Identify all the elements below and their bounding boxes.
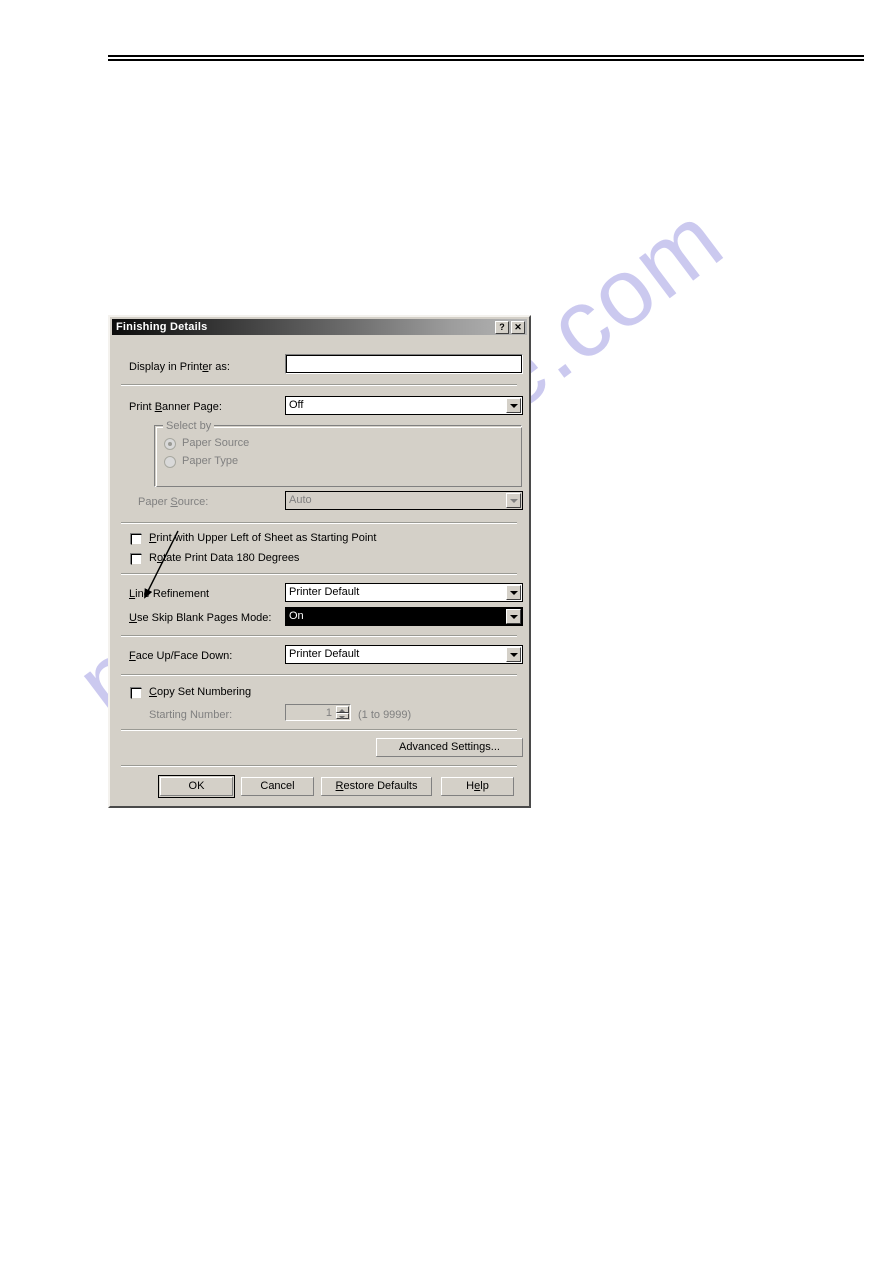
separator-4 xyxy=(121,635,517,637)
copy-set-numbering-checkbox[interactable] xyxy=(130,687,142,699)
spinner-buttons[interactable] xyxy=(336,706,349,719)
close-icon[interactable]: ✕ xyxy=(511,320,525,334)
face-up-face-down-label: Face Up/Face Down: xyxy=(129,650,233,662)
spinner-down-icon[interactable] xyxy=(336,712,349,719)
print-upper-left-checkbox[interactable] xyxy=(130,533,142,545)
display-in-printer-as-label: Display in Printer as: xyxy=(129,361,230,373)
restore-defaults-button[interactable]: Restore Defaults xyxy=(321,777,432,796)
separator-2 xyxy=(121,522,517,524)
line-refinement-label: Line Refinement xyxy=(129,588,210,600)
print-upper-left-label: Print with Upper Left of Sheet as Starti… xyxy=(149,532,377,544)
chevron-down-icon[interactable] xyxy=(506,398,521,413)
separator-3 xyxy=(121,573,517,575)
line-refinement-value: Printer Default xyxy=(289,586,360,598)
help-button[interactable]: Help xyxy=(441,777,514,796)
starting-number-value: 1 xyxy=(325,707,332,719)
rotate-180-label: Rotate Print Data 180 Degrees xyxy=(149,552,300,564)
chevron-down-icon[interactable] xyxy=(506,609,521,624)
line-refinement-select[interactable]: Printer Default xyxy=(285,583,523,602)
separator-6 xyxy=(121,729,517,731)
face-up-face-down-select[interactable]: Printer Default xyxy=(285,645,523,664)
skip-blank-pages-label: Use Skip Blank Pages Mode: xyxy=(129,612,272,624)
face-up-face-down-value: Printer Default xyxy=(289,648,360,660)
header-rule-thick xyxy=(108,55,864,57)
print-banner-page-label: Print Banner Page: xyxy=(129,401,222,413)
dialog-title: Finishing Details xyxy=(116,321,208,333)
select-by-group-label: Select by xyxy=(163,420,215,432)
finishing-details-dialog: Finishing Details ? ✕ Display in Printer… xyxy=(108,315,531,808)
starting-number-range-hint: (1 to 9999) xyxy=(358,709,412,721)
rotate-180-checkbox[interactable] xyxy=(130,553,142,565)
cancel-label: Cancel xyxy=(260,780,295,792)
separator-5 xyxy=(121,674,517,676)
skip-blank-pages-select[interactable]: On xyxy=(285,607,523,626)
display-in-printer-as-input[interactable] xyxy=(285,354,523,374)
chevron-down-icon[interactable] xyxy=(506,647,521,662)
restore-defaults-label: Restore Defaults xyxy=(335,780,418,792)
advanced-settings-button[interactable]: Advanced Settings... xyxy=(376,738,523,757)
ok-button[interactable]: OK xyxy=(158,775,235,798)
dialog-client-area: Display in Printer as: Print Banner Page… xyxy=(112,337,527,804)
ok-label: OK xyxy=(188,780,205,792)
dialog-titlebar[interactable]: Finishing Details ? ✕ xyxy=(112,319,527,335)
print-banner-page-value: Off xyxy=(289,399,304,411)
starting-number-stepper[interactable]: 1 xyxy=(285,704,351,721)
starting-number-label: Starting Number: xyxy=(149,709,233,721)
separator-1 xyxy=(121,384,517,386)
paper-source-label: Paper Source: xyxy=(138,496,209,508)
page-header-rule xyxy=(108,55,864,61)
radio-paper-type-label: Paper Type xyxy=(182,455,239,467)
display-in-printer-as-value xyxy=(288,356,520,372)
copy-set-numbering-label: Copy Set Numbering xyxy=(149,686,252,698)
help-label: Help xyxy=(466,780,489,792)
chevron-down-icon[interactable] xyxy=(506,585,521,600)
radio-paper-type[interactable] xyxy=(164,456,176,468)
radio-paper-source[interactable] xyxy=(164,438,176,450)
paper-source-select[interactable]: Auto xyxy=(285,491,523,510)
chevron-down-icon[interactable] xyxy=(506,493,521,508)
print-banner-page-select[interactable]: Off xyxy=(285,396,523,415)
radio-paper-source-label: Paper Source xyxy=(182,437,250,449)
paper-source-value: Auto xyxy=(289,494,312,506)
skip-blank-pages-value: On xyxy=(289,610,304,622)
header-rule-thin xyxy=(108,59,864,61)
advanced-settings-label: Advanced Settings... xyxy=(399,741,500,753)
separator-7 xyxy=(121,765,517,767)
cancel-button[interactable]: Cancel xyxy=(241,777,314,796)
help-question-icon[interactable]: ? xyxy=(495,320,509,334)
